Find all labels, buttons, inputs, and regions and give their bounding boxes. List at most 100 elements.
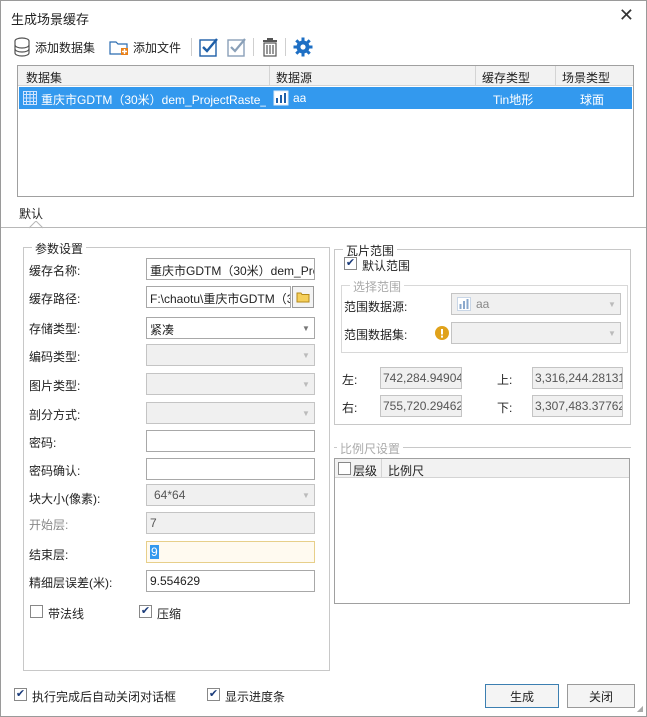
scale-group-title: 比例尺设置 (337, 440, 404, 457)
add-file-button[interactable]: 添加文件 (109, 35, 181, 59)
normals-label: 带法线 (48, 607, 85, 621)
split-mode-label: 剖分方式: (29, 408, 81, 422)
show-progress-checkbox[interactable]: ✔ (207, 688, 220, 701)
row-cache-type: Tin地形 (493, 93, 534, 107)
scale-select-all-checkbox[interactable] (338, 462, 351, 475)
left-bound-field: 742,284.949047 (380, 367, 462, 389)
password-confirm-field[interactable] (146, 458, 315, 480)
add-file-label: 添加文件 (133, 40, 182, 55)
delete-button[interactable] (261, 35, 279, 59)
password-label: 密码: (29, 436, 57, 450)
chevron-down-icon: ▼ (302, 350, 310, 360)
select-all-button[interactable] (199, 35, 219, 59)
start-level-field: 7 (146, 512, 315, 534)
end-level-value: 9 (150, 545, 159, 559)
chevron-down-icon: ▼ (302, 408, 310, 418)
scale-table[interactable]: 层级 比例尺 (334, 458, 630, 604)
invert-selection-button[interactable] (227, 35, 247, 59)
range-datasource-label: 范围数据源: (344, 300, 408, 314)
chevron-down-icon: ▼ (302, 379, 310, 389)
chevron-down-icon: ▼ (608, 328, 616, 338)
split-mode-select: ▼ (146, 402, 315, 424)
grid-header: 数据集 数据源 缓存类型 场景类型 (18, 66, 633, 86)
column-divider (475, 66, 476, 86)
table-row[interactable]: 重庆市GDTM（30米）dem_ProjectRaste_1... aa Tin… (19, 87, 632, 109)
open-folder-icon (296, 292, 310, 303)
database-icon (14, 37, 30, 57)
left-bound-label: 左: (342, 373, 358, 387)
start-level-label: 开始层: (29, 518, 69, 532)
end-level-field[interactable]: 9 (146, 541, 315, 563)
datasource-icon (273, 90, 289, 106)
datasource-icon (457, 297, 471, 311)
toolbar-separator (285, 38, 286, 56)
params-group-title: 参数设置 (32, 240, 87, 257)
storage-type-label: 存储类型: (29, 322, 81, 336)
column-header-scene-type[interactable]: 场景类型 (562, 69, 610, 86)
cache-name-field[interactable]: 重庆市GDTM（30米）dem_Proj (146, 258, 315, 280)
cache-path-label: 缓存路径: (29, 292, 81, 306)
block-size-value: 64*64 (154, 488, 186, 502)
column-header-dataset[interactable]: 数据集 (26, 69, 62, 86)
fine-error-field[interactable]: 9.554629 (146, 570, 315, 592)
right-bound-label: 右: (342, 401, 358, 415)
toolbar-separator (191, 38, 192, 56)
show-progress-label: 显示进度条 (225, 690, 286, 704)
tab-default[interactable]: 默认 (19, 205, 43, 222)
block-size-label: 块大小(像素): (29, 492, 101, 506)
column-header-datasource[interactable]: 数据源 (276, 69, 312, 86)
bottom-bound-field: 3,307,483.377627 (532, 395, 623, 417)
folder-add-icon (109, 41, 128, 55)
add-dataset-button[interactable]: 添加数据集 (13, 35, 95, 59)
dialog-title: 生成场景缓存 (11, 12, 90, 27)
column-divider (269, 66, 270, 86)
encoding-type-select: ▼ (146, 344, 315, 366)
dataset-grid[interactable]: 数据集 数据源 缓存类型 场景类型 重庆市GDTM（30米）dem_Projec… (17, 65, 634, 197)
range-datasource-select: aa ▼ (451, 293, 621, 315)
right-bound-field: 755,720.294629 (380, 395, 462, 417)
add-dataset-label: 添加数据集 (35, 40, 96, 55)
row-scene-type: 球面 (580, 93, 605, 107)
range-datasource-value: aa (476, 297, 490, 311)
settings-button[interactable] (293, 35, 313, 59)
storage-type-select[interactable]: 紧凑 ▼ (146, 317, 315, 339)
check-invert-icon (227, 38, 246, 57)
top-bound-field: 3,316,244.281311 (532, 367, 623, 389)
compress-label: 压缩 (157, 607, 182, 621)
gear-icon (293, 37, 313, 57)
image-type-select: ▼ (146, 373, 315, 395)
check-all-icon (199, 38, 218, 57)
top-bound-label: 上: (497, 373, 513, 387)
title-bar: 生成场景缓存 ✕ (1, 1, 646, 31)
close-icon[interactable]: ✕ (619, 5, 634, 26)
normals-checkbox[interactable] (30, 605, 43, 618)
toolbar-separator (253, 38, 254, 56)
browse-folder-button[interactable] (292, 286, 314, 308)
cache-name-label: 缓存名称: (29, 264, 81, 278)
chevron-down-icon: ▼ (608, 299, 616, 309)
bottom-bound-label: 下: (497, 401, 513, 415)
cache-path-field[interactable]: F:\chaotu\重庆市GDTM（3 (146, 286, 291, 308)
password-field[interactable] (146, 430, 315, 452)
chevron-down-icon: ▼ (302, 323, 310, 333)
warning-icon (435, 326, 449, 340)
raster-grid-icon (23, 91, 37, 105)
toolbar: 添加数据集 添加文件 (9, 35, 639, 59)
range-dataset-select: ▼ (451, 322, 621, 344)
generate-button[interactable]: 生成 (485, 684, 559, 708)
fine-error-label: 精细层误差(米): (29, 576, 113, 590)
resize-grip-icon[interactable]: ◢ (637, 704, 643, 713)
default-range-checkbox[interactable]: ✔ (344, 257, 357, 270)
auto-close-label: 执行完成后自动关闭对话框 (32, 690, 177, 704)
auto-close-checkbox[interactable]: ✔ (14, 688, 27, 701)
column-divider (381, 459, 382, 478)
tab-divider (1, 227, 646, 228)
column-header-cache-type[interactable]: 缓存类型 (482, 69, 530, 86)
chevron-down-icon: ▼ (302, 490, 310, 500)
close-button[interactable]: 关闭 (567, 684, 635, 708)
block-size-select: 64*64 ▼ (146, 484, 315, 506)
column-divider (555, 66, 556, 86)
compress-checkbox[interactable]: ✔ (139, 605, 152, 618)
end-level-label: 结束层: (29, 548, 69, 562)
trash-icon (263, 38, 277, 57)
